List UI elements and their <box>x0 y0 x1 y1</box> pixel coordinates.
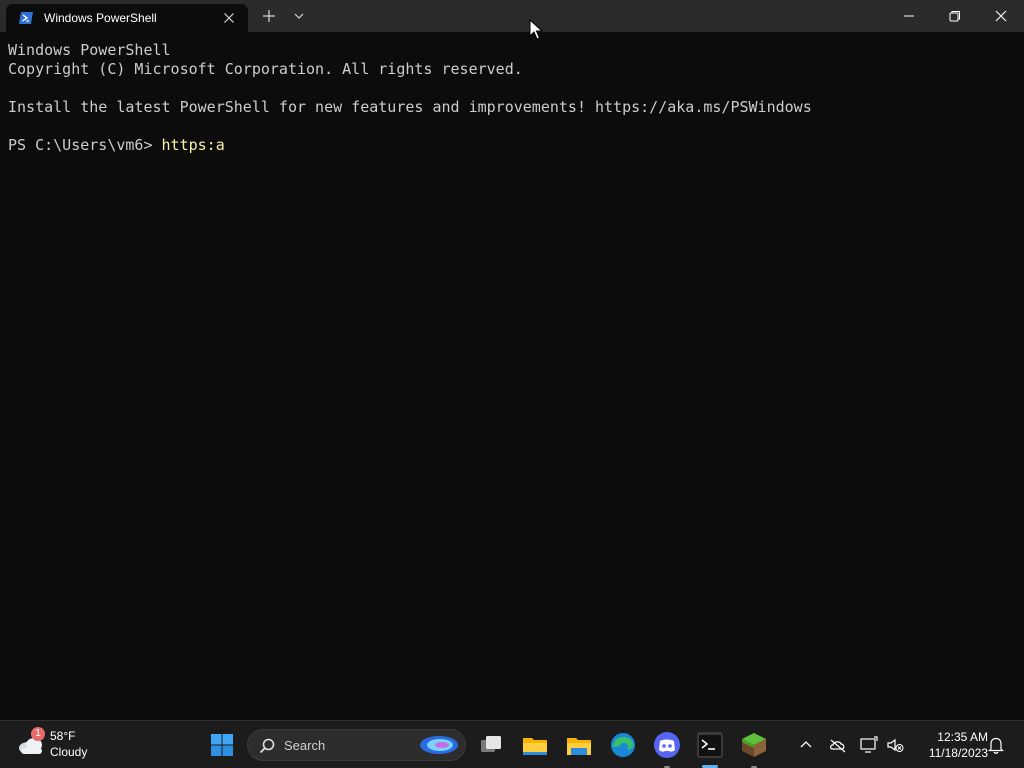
bing-icon <box>420 736 458 754</box>
file-explorer-icon[interactable] <box>563 729 595 761</box>
prompt: PS C:\Users\vm6> <box>8 136 162 154</box>
terminal-line: Copyright (C) Microsoft Corporation. All… <box>8 60 523 78</box>
system-clock[interactable]: 12:35 AM 11/18/2023 <box>912 729 988 761</box>
bell-icon[interactable] <box>987 735 1005 755</box>
search-bar[interactable]: Search <box>247 729 466 761</box>
taskbar: 1 58°F Cloudy Search 12:35 AM 11/18/2023 <box>0 720 1024 768</box>
search-placeholder: Search <box>284 738 326 753</box>
close-tab-icon[interactable] <box>219 8 239 28</box>
restore-icon <box>949 11 960 22</box>
close-icon <box>995 10 1007 22</box>
minecraft-icon[interactable] <box>738 729 770 761</box>
command-input[interactable]: https:a <box>162 136 225 154</box>
terminal-output[interactable]: Windows PowerShell Copyright (C) Microso… <box>0 32 1024 720</box>
weather-temperature: 58°F <box>50 729 76 743</box>
terminal-icon[interactable] <box>694 729 726 761</box>
weather-condition: Cloudy <box>50 745 88 759</box>
minimize-icon <box>904 15 914 17</box>
task-view-icon[interactable] <box>475 729 507 761</box>
edge-icon[interactable] <box>607 729 639 761</box>
title-bar[interactable]: Windows PowerShell <box>0 0 1024 32</box>
discord-icon[interactable] <box>651 729 683 761</box>
clock-time: 12:35 AM <box>937 730 988 744</box>
minimize-button[interactable] <box>886 0 932 32</box>
new-tab-button[interactable] <box>259 6 279 26</box>
clock-date: 11/18/2023 <box>928 746 988 760</box>
weather-widget[interactable]: 1 58°F Cloudy <box>14 727 124 763</box>
terminal-line: Windows PowerShell <box>8 41 171 59</box>
mouse-pointer-icon <box>529 19 543 40</box>
close-window-button[interactable] <box>978 0 1024 32</box>
chevron-up-icon[interactable] <box>796 735 816 755</box>
prompt-line[interactable]: PS C:\Users\vm6> https:a <box>8 136 225 155</box>
onedrive-icon[interactable] <box>828 735 848 755</box>
start-icon[interactable] <box>206 729 238 761</box>
file-explorer-icon[interactable] <box>519 729 551 761</box>
terminal-line: Install the latest PowerShell for new fe… <box>8 98 812 116</box>
display-icon[interactable] <box>859 735 879 755</box>
powershell-icon <box>19 12 33 24</box>
chevron-down-icon[interactable] <box>290 6 308 26</box>
notification-badge: 1 <box>31 727 45 741</box>
tab-windows-powershell[interactable]: Windows PowerShell <box>6 4 248 32</box>
search-icon <box>259 738 275 754</box>
speaker-muted-icon[interactable] <box>885 735 905 755</box>
tab-title: Windows PowerShell <box>44 11 157 25</box>
restore-button[interactable] <box>932 0 978 32</box>
